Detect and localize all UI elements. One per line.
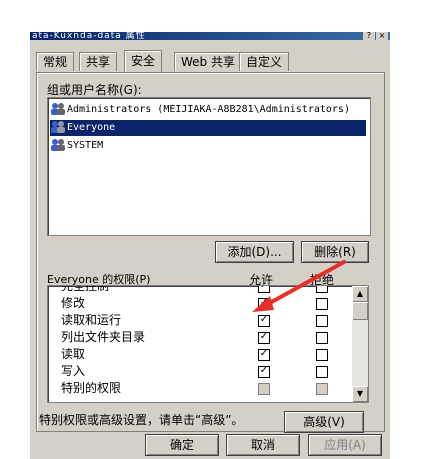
deny-checkbox[interactable] bbox=[316, 298, 328, 310]
permission-row: 完全控制 ✓ bbox=[48, 285, 358, 295]
permission-row: 读取和运行 ✓ bbox=[48, 312, 358, 329]
user-group-icon bbox=[51, 103, 65, 115]
scroll-thumb[interactable] bbox=[352, 302, 368, 320]
allow-checkbox[interactable]: ✓ bbox=[258, 348, 270, 361]
scroll-up-icon[interactable]: ▲ bbox=[352, 286, 368, 302]
permission-list[interactable]: 完全控制 ✓ 修改 ✓ 读取和运行 ✓ 列出文件夹目录 ✓ 读取 ✓ 写入 ✓ 特别的权限 ▲ ▼ bbox=[47, 285, 369, 403]
permission-scrollbar[interactable]: ▲ ▼ bbox=[352, 286, 368, 402]
allow-checkbox[interactable]: ✓ bbox=[258, 297, 270, 310]
permission-row: 修改 ✓ bbox=[48, 295, 358, 312]
permission-name: 完全控制 bbox=[61, 285, 110, 293]
tab-security[interactable]: 安全 bbox=[124, 50, 163, 72]
check-icon: ✓ bbox=[259, 348, 269, 359]
permission-name: 修改 bbox=[61, 296, 86, 310]
check-icon: ✓ bbox=[259, 314, 269, 325]
help-icon[interactable]: ? bbox=[363, 32, 375, 40]
permission-name: 列出文件夹目录 bbox=[61, 330, 146, 344]
remove-button[interactable]: 删除(R) bbox=[301, 241, 369, 263]
advanced-note: 特别权限或高级设置，请单击“高级”。 bbox=[39, 413, 244, 427]
deny-checkbox[interactable] bbox=[316, 349, 328, 361]
tab-sharing[interactable]: 共享 bbox=[79, 52, 118, 71]
user-name: SYSTEM bbox=[67, 140, 104, 151]
permission-row: 写入 ✓ bbox=[48, 363, 358, 380]
user-list[interactable]: Administrators (MEIJIAKA-A8B281\Administ… bbox=[47, 97, 371, 236]
window-title: ata-Kuxnda-data 属性 bbox=[32, 32, 146, 40]
close-icon[interactable]: × bbox=[376, 32, 388, 40]
properties-dialog: ata-Kuxnda-data 属性 ? × 常规 共享 安全 Web 共享 自定… bbox=[30, 32, 390, 459]
advanced-button[interactable]: 高级(V) bbox=[284, 411, 364, 433]
ok-button[interactable]: 确定 bbox=[145, 434, 219, 456]
apply-button[interactable]: 应用(A) bbox=[308, 434, 382, 456]
check-icon: ✓ bbox=[259, 365, 269, 376]
list-item-system[interactable]: SYSTEM bbox=[50, 138, 103, 154]
title-buttons: ? × bbox=[362, 32, 388, 40]
permission-name: 读取和运行 bbox=[61, 313, 122, 327]
tab-general[interactable]: 常规 bbox=[36, 52, 75, 71]
user-name: Everyone bbox=[67, 122, 116, 133]
user-group-icon bbox=[51, 121, 65, 133]
user-name: Administrators (MEIJIAKA-A8B281\Administ… bbox=[67, 104, 350, 115]
permission-row: 列出文件夹目录 ✓ bbox=[48, 329, 358, 346]
allow-checkbox[interactable]: ✓ bbox=[258, 331, 270, 344]
permission-row: 读取 ✓ bbox=[48, 346, 358, 363]
permission-name: 读取 bbox=[61, 347, 86, 361]
allow-checkbox[interactable]: ✓ bbox=[258, 314, 270, 327]
cancel-button[interactable]: 取消 bbox=[226, 434, 300, 456]
check-icon: ✓ bbox=[259, 285, 269, 291]
list-item-administrators[interactable]: Administrators (MEIJIAKA-A8B281\Administ… bbox=[50, 102, 350, 118]
scroll-down-icon[interactable]: ▼ bbox=[352, 386, 368, 402]
deny-checkbox[interactable] bbox=[316, 286, 328, 293]
list-item-everyone[interactable]: Everyone bbox=[50, 120, 366, 136]
check-icon: ✓ bbox=[259, 297, 269, 308]
deny-checkbox[interactable] bbox=[316, 366, 328, 378]
group-user-label: 组或用户名称(G): bbox=[47, 83, 142, 97]
deny-checkbox[interactable] bbox=[316, 383, 328, 395]
deny-checkbox[interactable] bbox=[316, 315, 328, 327]
permission-name: 写入 bbox=[61, 364, 86, 378]
deny-checkbox[interactable] bbox=[316, 332, 328, 344]
permission-row: 特别的权限 bbox=[48, 380, 358, 397]
allow-checkbox[interactable] bbox=[258, 383, 270, 395]
allow-checkbox[interactable]: ✓ bbox=[258, 285, 270, 293]
user-group-icon bbox=[51, 139, 65, 151]
permission-name: 特别的权限 bbox=[61, 381, 122, 395]
allow-checkbox[interactable]: ✓ bbox=[258, 365, 270, 378]
tab-web-sharing[interactable]: Web 共享 bbox=[174, 52, 242, 71]
title-bar[interactable]: ata-Kuxnda-data 属性 ? × bbox=[30, 32, 390, 40]
add-button[interactable]: 添加(D)... bbox=[215, 241, 294, 263]
security-panel: 组或用户名称(G): Administrators (MEIJIAKA-A8B2… bbox=[36, 72, 385, 433]
check-icon: ✓ bbox=[259, 331, 269, 342]
tab-custom[interactable]: 自定义 bbox=[239, 52, 290, 71]
